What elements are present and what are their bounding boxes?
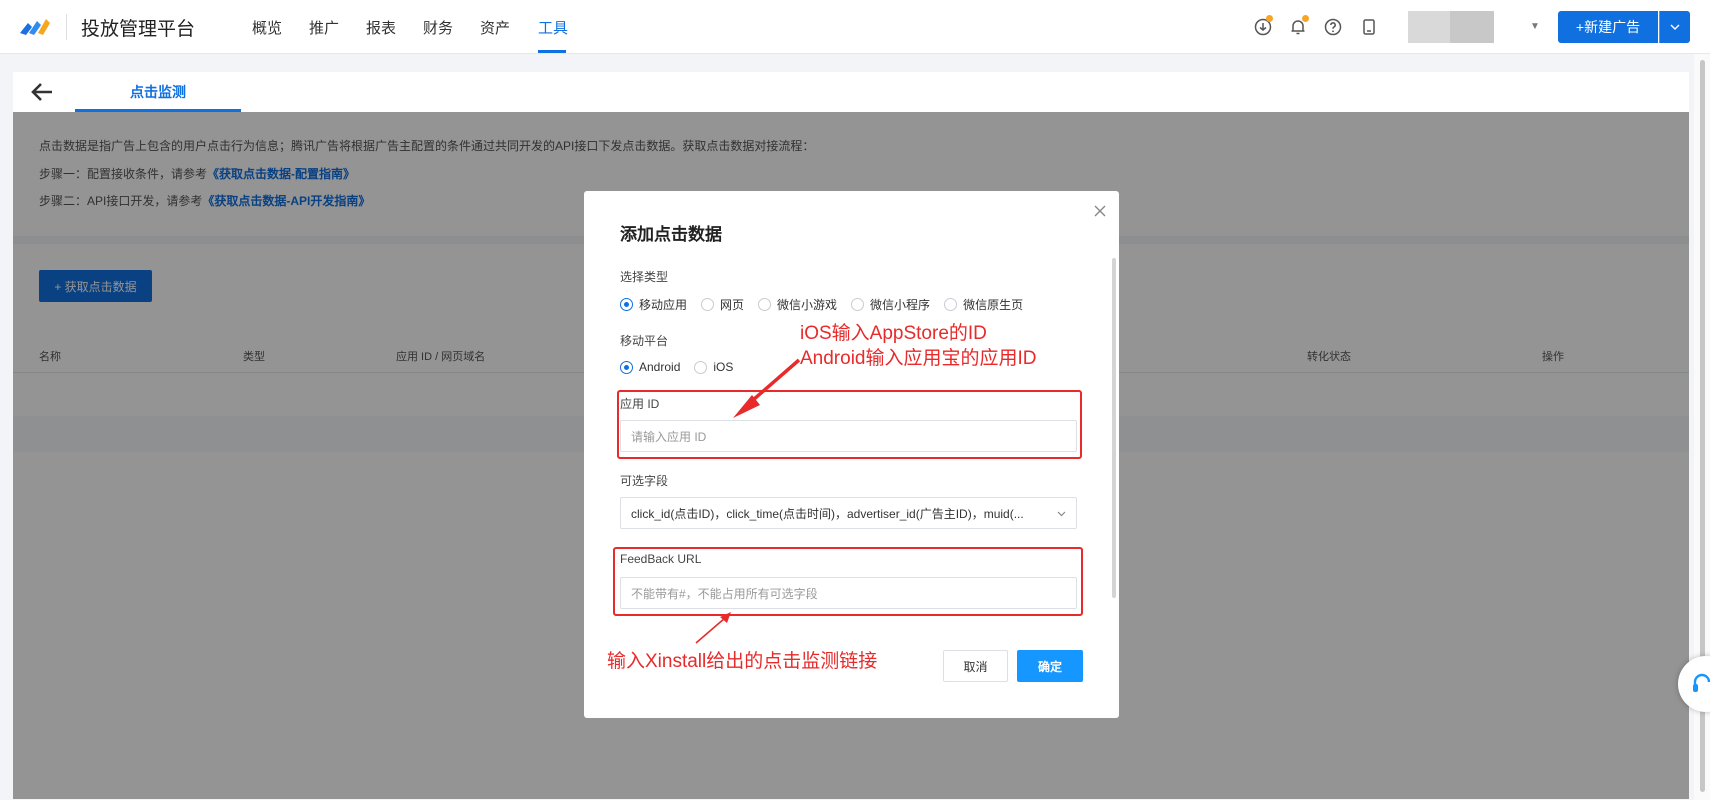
tab-click-monitoring[interactable]: 点击监测 xyxy=(75,82,241,102)
radio-mobile-app-label: 移动应用 xyxy=(639,298,688,312)
download-badge xyxy=(1266,15,1273,22)
dialog-title: 添加点击数据 xyxy=(620,225,722,244)
radio-unchecked-icon xyxy=(758,298,772,311)
bell-badge xyxy=(1302,15,1309,22)
radio-unchecked-icon xyxy=(851,298,865,311)
radio-wechat-minigame[interactable]: 微信小游戏 xyxy=(758,296,837,313)
nav-item-promotion[interactable]: 推广 xyxy=(309,17,339,38)
radio-ios[interactable]: iOS xyxy=(694,360,733,374)
radio-webpage-label: 网页 xyxy=(720,298,745,312)
type-label: 选择类型 xyxy=(620,270,669,284)
platform-label: 移动平台 xyxy=(620,334,669,348)
nav-active-indicator xyxy=(538,50,566,53)
radio-unchecked-icon xyxy=(701,298,715,311)
user-menu-caret-icon[interactable]: ▼ xyxy=(1530,21,1540,32)
cancel-button[interactable]: 取消 xyxy=(943,650,1008,682)
chevron-down-icon xyxy=(1670,24,1680,30)
new-ad-button[interactable]: +新建广告 xyxy=(1558,11,1658,43)
app-title: 投放管理平台 xyxy=(81,19,196,40)
optional-fields-label: 可选字段 xyxy=(620,474,669,488)
sub-header: 点击监测 xyxy=(13,72,1689,112)
nav-item-assets[interactable]: 资产 xyxy=(480,17,510,38)
radio-checked-icon xyxy=(620,298,633,311)
ios-annotation: iOS输入AppStore的ID xyxy=(800,323,987,344)
radio-webpage[interactable]: 网页 xyxy=(701,296,744,313)
logo-icon xyxy=(20,19,50,35)
radio-ios-label: iOS xyxy=(713,360,734,374)
radio-wechat-miniprogram-label: 微信小程序 xyxy=(870,298,931,312)
new-ad-dropdown-button[interactable] xyxy=(1659,11,1690,43)
logo-divider xyxy=(66,14,67,40)
confirm-button[interactable]: 确定 xyxy=(1017,650,1083,682)
radio-android-label: Android xyxy=(639,360,681,374)
platform-radio-group: Android iOS xyxy=(620,360,747,374)
nav-item-finance[interactable]: 财务 xyxy=(423,17,453,38)
top-nav: 投放管理平台 概览 推广 报表 财务 资产 工具 ▼ +新建广告 xyxy=(0,0,1710,54)
close-icon[interactable] xyxy=(1094,205,1106,217)
xinstall-annotation: 输入Xinstall给出的点击监测链接 xyxy=(607,651,878,672)
dialog-scrollbar[interactable] xyxy=(1112,258,1116,598)
nav-item-overview[interactable]: 概览 xyxy=(252,17,282,38)
device-icon[interactable] xyxy=(1359,17,1379,37)
radio-wechat-native-page[interactable]: 微信原生页 xyxy=(944,296,1023,313)
radio-wechat-minigame-label: 微信小游戏 xyxy=(777,298,838,312)
chevron-down-icon xyxy=(1057,511,1066,517)
account-name-block xyxy=(1450,11,1494,43)
app-id-highlight-box xyxy=(617,390,1082,459)
radio-mobile-app[interactable]: 移动应用 xyxy=(620,296,687,313)
radio-unchecked-icon xyxy=(694,360,708,374)
optional-fields-value: click_id(点击ID)，click_time(点击时间)，advertis… xyxy=(631,506,1024,521)
radio-wechat-miniprogram[interactable]: 微信小程序 xyxy=(851,296,930,313)
radio-wechat-native-page-label: 微信原生页 xyxy=(963,298,1024,312)
nav-item-tools[interactable]: 工具 xyxy=(538,17,568,38)
headset-icon xyxy=(1693,673,1710,692)
help-icon[interactable] xyxy=(1323,17,1343,37)
back-arrow-icon[interactable] xyxy=(29,80,55,104)
radio-android[interactable]: Android xyxy=(620,360,680,374)
android-annotation: Android输入应用宝的应用ID xyxy=(800,348,1037,369)
type-radio-group: 移动应用 网页 微信小游戏 微信小程序 微信原生页 xyxy=(620,296,1037,313)
optional-fields-select[interactable]: click_id(点击ID)，click_time(点击时间)，advertis… xyxy=(620,497,1077,529)
radio-checked-icon xyxy=(620,360,633,374)
feedback-url-highlight-box xyxy=(613,547,1083,616)
radio-unchecked-icon xyxy=(944,298,958,311)
nav-item-reports[interactable]: 报表 xyxy=(366,17,396,38)
